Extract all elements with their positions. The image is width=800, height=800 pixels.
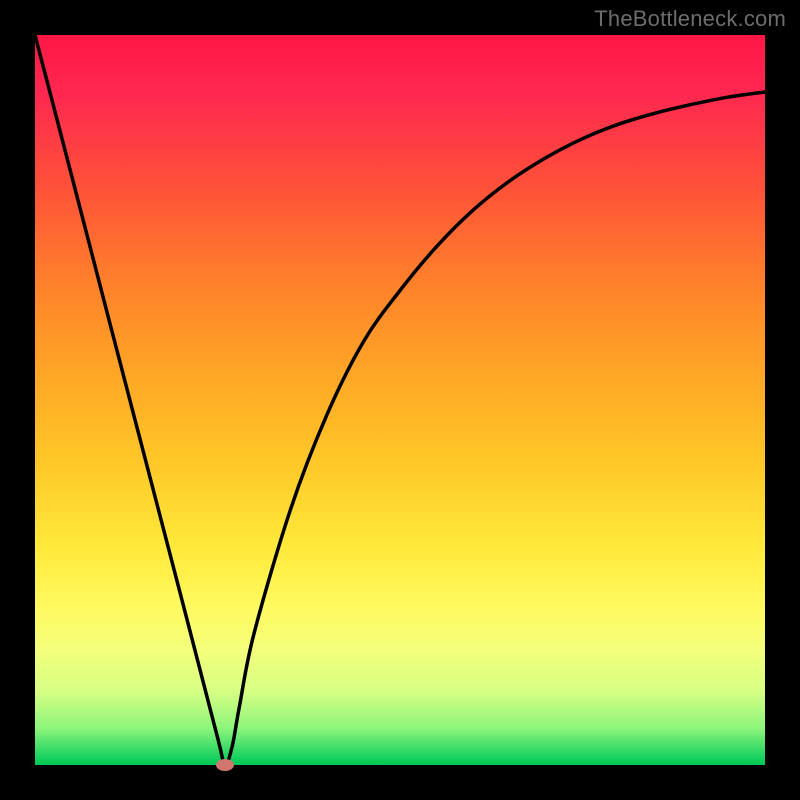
- bottleneck-curve: [35, 35, 765, 765]
- trough-marker: [216, 759, 234, 771]
- attribution-text: TheBottleneck.com: [594, 6, 786, 32]
- chart-frame: TheBottleneck.com: [0, 0, 800, 800]
